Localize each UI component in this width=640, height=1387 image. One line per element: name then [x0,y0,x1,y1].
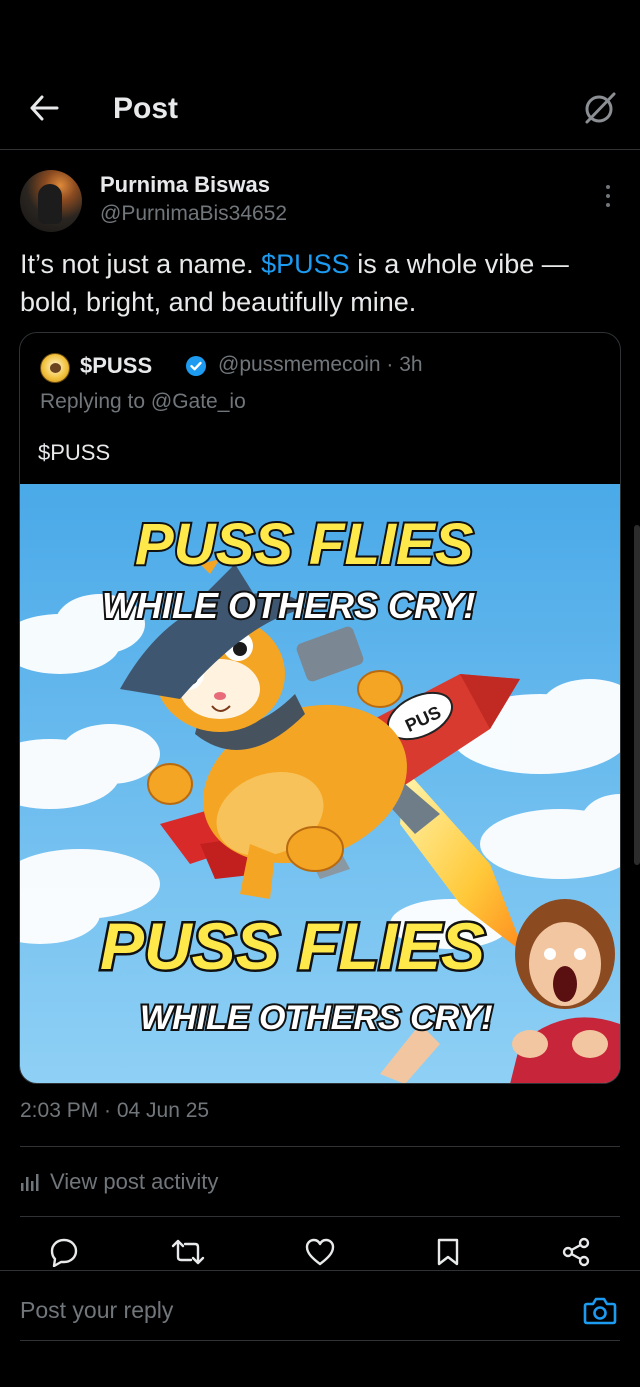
repost-icon[interactable] [168,1232,208,1272]
reply-icon[interactable] [44,1232,84,1272]
action-bar [0,1232,640,1272]
like-icon[interactable] [300,1232,340,1272]
cashtag-link[interactable]: $PUSS [261,249,350,279]
scrollbar[interactable] [634,525,640,865]
divider [20,1340,620,1341]
meme-image[interactable]: PUS PUSS FLIES WHILE OTHERS CRY! PUSS FL… [20,484,620,1083]
meme-subline-top: WHILE OTHERS CRY! [102,585,475,626]
quoted-text: $PUSS [38,440,111,465]
meme-headline-bottom: PUSS FLIES [100,909,485,983]
quoted-handle-time: @pussmemecoin · 3h [218,353,423,376]
view-post-activity[interactable]: View post activity [20,1169,218,1195]
meme-subline-bottom: WHILE OTHERS CRY! [140,999,493,1037]
reply-input[interactable]: Post your reply [20,1297,173,1324]
reply-composer: Post your reply [0,1270,640,1340]
more-options-icon[interactable] [598,182,618,210]
camera-icon[interactable] [582,1293,618,1329]
quoted-author-name: $PUSS [80,353,153,378]
author-name[interactable]: Purnima Biswas [100,172,270,198]
post-timestamp: 2:03 PM · 04 Jun 25 [20,1099,210,1122]
meme-headline-top: PUSS FLIES [135,512,474,577]
bar-chart-icon [21,1174,39,1191]
page-title: Post [113,92,179,125]
share-icon[interactable] [556,1232,596,1272]
author-avatar[interactable] [20,170,82,232]
quoted-avatar [40,353,70,383]
replying-to: Replying to @Gate_io [40,390,246,413]
back-arrow-icon[interactable] [24,88,64,128]
post-text: It’s not just a name. $PUSS is a whole v… [20,245,620,321]
bookmark-icon[interactable] [428,1232,468,1272]
verified-badge-icon [185,355,207,377]
author-handle[interactable]: @PurnimaBis34652 [100,202,287,226]
view-post-activity-label: View post activity [50,1169,219,1194]
top-bar: Post [0,70,640,150]
quoted-post[interactable]: $PUSS @pussmemecoin · 3h Replying to @Ga… [19,332,621,1084]
divider [20,1146,620,1147]
divider [20,1216,620,1217]
grok-icon[interactable] [580,88,620,128]
post-text-start: It’s not just a name. [20,249,262,279]
